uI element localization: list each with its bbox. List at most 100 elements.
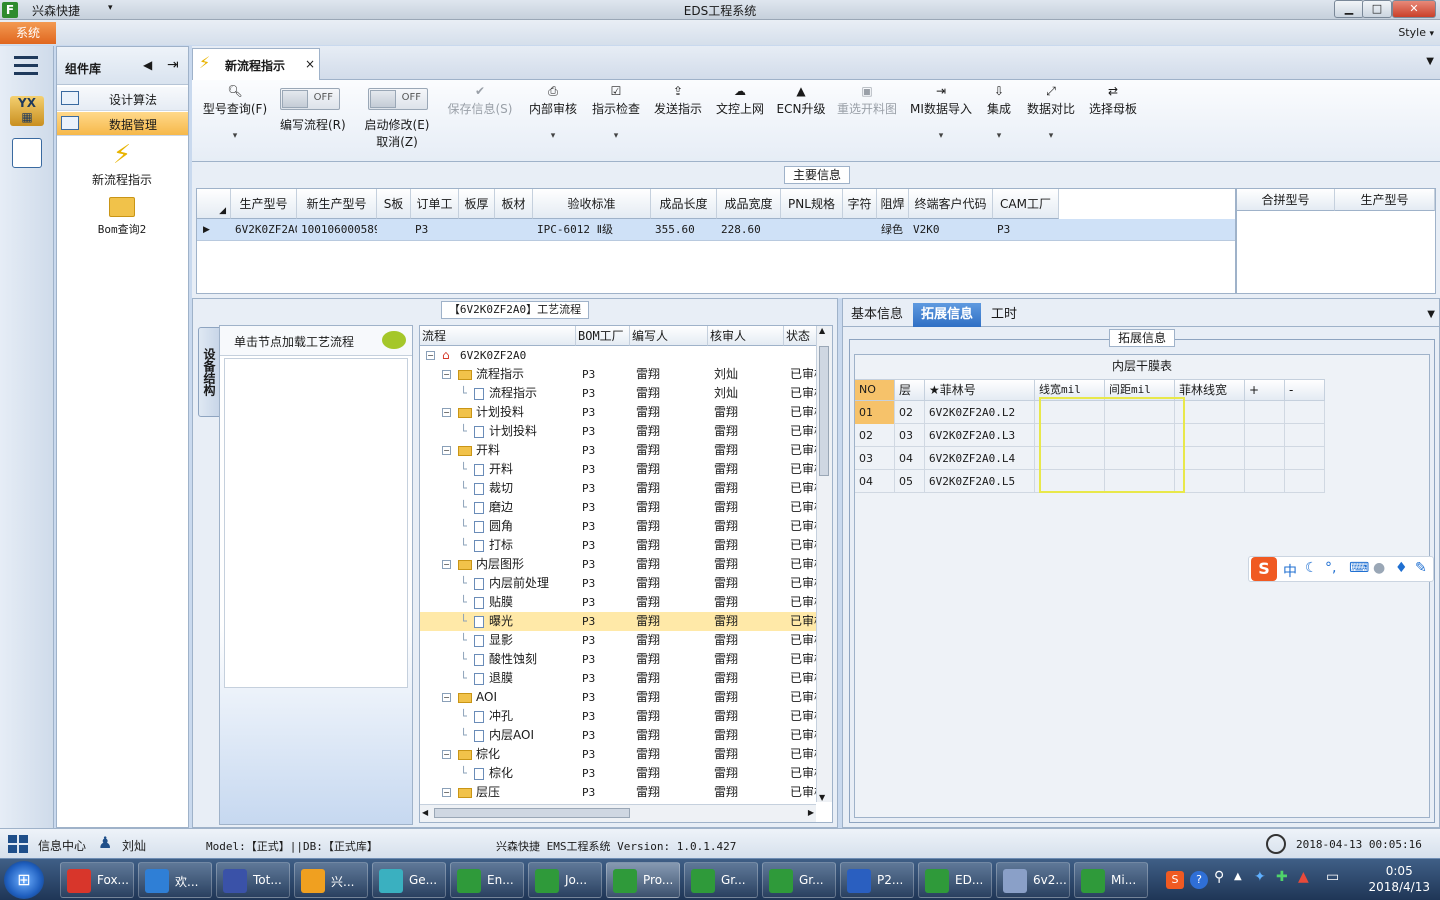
column-header[interactable]: NO (855, 379, 895, 401)
column-header[interactable]: 新生产型号 (297, 189, 377, 219)
tree-row[interactable]: └ 棕化 P3 雷翔 雷翔 已审核 (420, 764, 816, 783)
taskbar-item[interactable]: Tot... (216, 862, 290, 898)
tree-row[interactable]: └ 曝光 P3 雷翔 雷翔 已审核 (420, 612, 816, 631)
tree-row[interactable]: − 开料 P3 雷翔 雷翔 已审核 (420, 441, 816, 460)
taskbar-item[interactable]: ED... (918, 862, 992, 898)
collapse-left-icon[interactable]: ◀ (143, 58, 152, 72)
alert-tray-icon[interactable]: ▲ (1298, 869, 1309, 885)
taskbar-item[interactable]: Ge... (372, 862, 446, 898)
column-header[interactable]: 核审人 (708, 326, 784, 346)
moon-icon[interactable]: ☾ (1305, 560, 1318, 576)
table-cell[interactable] (1285, 424, 1325, 447)
tree-row[interactable]: └ 内层前处理 P3 雷翔 雷翔 已审核 (420, 574, 816, 593)
tab-new-process[interactable]: ⚡ 新流程指示 × (192, 48, 320, 80)
collapse-icon[interactable]: − (442, 408, 451, 417)
column-header[interactable]: 编写人 (630, 326, 708, 346)
column-header[interactable]: 终端客户代码 (909, 189, 993, 219)
tab-basic-info[interactable]: 基本信息 (843, 303, 911, 327)
column-header[interactable]: S板 (377, 189, 411, 219)
tile-new-process[interactable]: ⚡ 新流程指示 (87, 139, 157, 188)
app-tray-icon[interactable]: ✦ (1254, 869, 1266, 885)
sogou-tray-icon[interactable]: S (1166, 871, 1184, 889)
mic-tray-icon[interactable]: ⚲ (1214, 869, 1224, 885)
tree-row[interactable]: └ 流程指示 P3 雷翔 刘灿 已审核 (420, 384, 816, 403)
collapse-icon[interactable]: − (442, 560, 451, 569)
table-cell[interactable] (1175, 401, 1245, 424)
toggle-switch[interactable]: OFF (368, 88, 428, 110)
taskbar-item[interactable]: Pro... (606, 862, 680, 898)
tab-close-button[interactable]: × (305, 57, 315, 71)
tree-row[interactable]: └ 开料 P3 雷翔 雷翔 已审核 (420, 460, 816, 479)
table-cell[interactable] (1245, 424, 1285, 447)
collapse-icon[interactable]: − (442, 693, 451, 702)
mi-import-button[interactable]: ⇥ MI数据导入 ▾ (908, 84, 974, 141)
integrate-button[interactable]: ⇩ 集成 ▾ (982, 84, 1016, 141)
tree-row[interactable]: − 计划投料 P3 雷翔 雷翔 已审核 (420, 403, 816, 422)
column-header[interactable]: 板厚 (459, 189, 495, 219)
select-motherboard-button[interactable]: ⇄ 选择母板 (1086, 84, 1140, 117)
table-cell[interactable] (1245, 401, 1285, 424)
punctuation-icon[interactable]: °, (1325, 560, 1336, 576)
taskbar-item[interactable]: 兴... (294, 862, 368, 898)
tab-device-structure[interactable]: 设备结构 (198, 327, 220, 417)
tree-root[interactable]: − ⌂ 6V2K0ZF2A0 (420, 346, 816, 365)
start-modify-toggle[interactable]: OFF 启动修改(E) 取消(Z) (362, 88, 432, 150)
keyboard-icon[interactable]: ⌨ (1349, 560, 1369, 576)
horizontal-scrollbar[interactable]: ◀ ▶ (420, 804, 816, 822)
collapse-icon[interactable]: − (442, 446, 451, 455)
column-header[interactable]: ★菲林号 (925, 379, 1035, 401)
internal-review-button[interactable]: ⎙ 内部审核 ▾ (526, 84, 580, 141)
tree-row[interactable]: └ 内层AOI P3 雷翔 雷翔 已审核 (420, 726, 816, 745)
table-cell[interactable] (1175, 424, 1245, 447)
edit-flow-toggle[interactable]: OFF 编写流程(R) (280, 88, 346, 133)
collapse-icon[interactable]: − (442, 370, 451, 379)
tree-row[interactable]: └ 打标 P3 雷翔 雷翔 已审核 (420, 536, 816, 555)
column-header[interactable]: 合拼型号 (1237, 189, 1335, 211)
tab-list-dropdown-icon[interactable]: ▼ (1426, 56, 1434, 67)
taskbar-item[interactable]: Mi... (1074, 862, 1148, 898)
tree-row[interactable]: └ 磨边 P3 雷翔 雷翔 已审核 (420, 498, 816, 517)
table-cell[interactable] (1245, 447, 1285, 470)
ime-mode[interactable]: 中 (1283, 561, 1297, 581)
collapse-icon[interactable]: − (442, 788, 451, 797)
table-row[interactable]: ▶ 6V2K0ZF2A0 10010600058984 P3 IPC-6012 Ⅱ级 3… (197, 219, 1235, 241)
maximize-button[interactable]: □ (1362, 0, 1392, 18)
tab-extended-info[interactable]: 拓展信息 (913, 303, 982, 327)
column-header[interactable]: 生产型号 (1335, 189, 1435, 211)
column-header[interactable]: 层 (895, 379, 925, 401)
taskbar-item[interactable]: Gr... (684, 862, 758, 898)
table-cell[interactable] (1175, 447, 1245, 470)
column-header[interactable]: 阻焊 (877, 189, 909, 219)
wrench-icon[interactable]: ✎ (1415, 560, 1427, 576)
pin-icon[interactable]: ⇥ (167, 57, 179, 73)
process-loader-header[interactable]: 单击节点加载工艺流程 (220, 326, 412, 356)
doc-upload-button[interactable]: ☁ 文控上网 (714, 84, 766, 117)
tree-row[interactable]: └ 贴膜 P3 雷翔 雷翔 已审核 (420, 593, 816, 612)
column-header[interactable]: BOM工厂 (576, 326, 630, 346)
taskbar-clock[interactable]: 0:05 2018/4/13 (1368, 863, 1430, 895)
taskbar-item[interactable]: 欢... (138, 862, 212, 898)
column-header[interactable]: 菲林线宽 (1175, 379, 1245, 401)
tree-row[interactable]: − 流程指示 P3 雷翔 刘灿 已审核 (420, 365, 816, 384)
ecn-upgrade-button[interactable]: ▲ ECN升级 (776, 84, 826, 117)
taskbar-item[interactable]: En... (450, 862, 524, 898)
tree-row[interactable]: └ 酸性蚀刻 P3 雷翔 雷翔 已审核 (420, 650, 816, 669)
tree-row[interactable]: └ 退膜 P3 雷翔 雷翔 已审核 (420, 669, 816, 688)
tray-expand-icon[interactable]: ▲ (1234, 871, 1242, 882)
column-header[interactable]: 流程 (420, 326, 576, 346)
column-header[interactable]: - (1285, 379, 1325, 401)
taskbar-item[interactable]: Fox... (60, 862, 134, 898)
tree-row[interactable]: − 棕化 P3 雷翔 雷翔 已审核 (420, 745, 816, 764)
column-header[interactable]: 字符 (843, 189, 877, 219)
tree-row[interactable]: − AOI P3 雷翔 雷翔 已审核 (420, 688, 816, 707)
help-tray-icon[interactable]: ? (1190, 871, 1208, 889)
column-header[interactable]: 订单工厂 (411, 189, 459, 241)
calculator-icon[interactable] (12, 138, 42, 168)
nav-item-data-management[interactable]: 数据管理 (57, 112, 188, 136)
vertical-scrollbar[interactable]: ▲ ▼ (816, 326, 832, 802)
toggle-switch[interactable]: OFF (280, 88, 340, 110)
send-instruction-button[interactable]: ⇪ 发送指示 (652, 84, 704, 117)
tile-bom-query[interactable]: Bom查询2 (87, 197, 157, 237)
tree-row[interactable]: └ 圆角 P3 雷翔 雷翔 已审核 (420, 517, 816, 536)
system-menu[interactable]: 系统 (0, 22, 56, 44)
